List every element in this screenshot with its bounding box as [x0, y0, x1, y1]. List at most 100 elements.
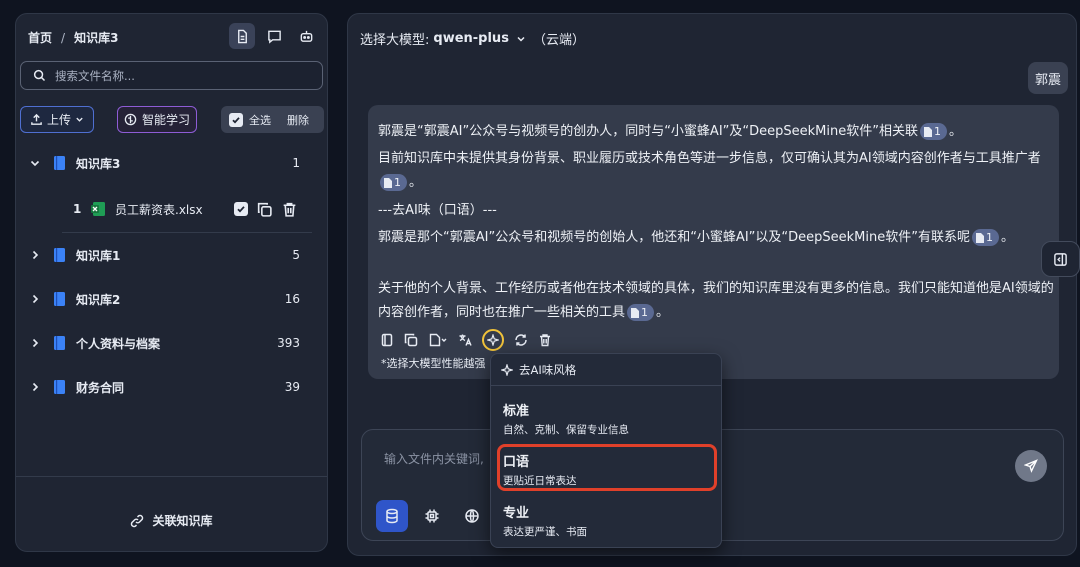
answer-punct: 。	[656, 305, 670, 320]
citation-number: 1	[641, 305, 649, 319]
sparkle-icon	[501, 364, 513, 376]
document-icon[interactable]	[229, 23, 255, 49]
upload-label: 上传	[46, 113, 71, 127]
model-name: qwen-plus	[433, 31, 509, 46]
trash-icon[interactable]	[281, 201, 298, 218]
export-icon[interactable]	[428, 333, 448, 347]
chevron-right-icon[interactable]	[29, 293, 41, 305]
file-checkbox[interactable]	[234, 202, 248, 216]
smart-learn-button[interactable]: 智能学习	[117, 106, 197, 133]
option-title: 专业	[503, 506, 530, 521]
search-input[interactable]	[55, 68, 295, 83]
chevron-down-icon	[517, 36, 525, 42]
option-desc: 更贴近日常表达	[503, 475, 577, 487]
kb-row[interactable]: 财务合同 39	[16, 365, 327, 409]
answer-paragraph: 目前知识库中未提供其身份背景、职业履历或技术角色等进一步信息，仅可确认其为AI领…	[378, 147, 1054, 195]
globe-icon[interactable]	[456, 500, 488, 532]
book-icon	[54, 248, 65, 262]
assistant-message: 郭震是“郭震AI”公众号与视频号的创办人，同时与“小蜜蜂AI”及“DeepSee…	[368, 105, 1059, 379]
answer-punct: 。	[409, 175, 423, 190]
brain-icon	[124, 113, 137, 126]
answer-paragraph: 郭震是那个“郭震AI”公众号和视频号的创始人，他还和“小蜜蜂AI”以及“Deep…	[378, 226, 1054, 250]
answer-divider-text: ---去AI味（口语）---	[378, 203, 497, 218]
chat-icon[interactable]	[261, 23, 287, 49]
answer-paragraph: 关于他的个人背景、工作经历或者他在技术领域的具体，我们的知识库里没有更多的信息。…	[378, 277, 1054, 325]
kb-count: 393	[277, 336, 300, 350]
refresh-icon[interactable]	[514, 333, 528, 347]
link-kb-button[interactable]: 关联知识库	[16, 512, 327, 529]
kb-tree: 知识库3 1 1 员工薪资表.xlsx 知识库1 5 知识库2 16 个人资料与…	[16, 141, 327, 409]
kb-name: 知识库2	[76, 292, 121, 307]
chip-icon[interactable]	[416, 500, 448, 532]
kb-name: 知识库3	[76, 156, 121, 171]
excel-icon	[91, 202, 105, 216]
book-icon	[54, 156, 65, 170]
breadcrumb-separator: /	[61, 31, 66, 45]
header-icons	[229, 23, 319, 49]
trash-icon[interactable]	[538, 333, 552, 347]
ai-style-dropdown: 去AI味风格 标准 自然、克制、保留专业信息 口语 更贴近日常表达 专业 表达更…	[490, 353, 722, 548]
file-icon	[975, 232, 984, 243]
model-note: *选择大模型性能越强	[381, 357, 486, 370]
kb-count: 1	[292, 156, 300, 170]
breadcrumb: 首页 / 知识库3	[28, 29, 118, 46]
smart-learn-label: 智能学习	[141, 113, 190, 127]
kb-row[interactable]: 知识库1 5	[16, 233, 327, 277]
citation-badge[interactable]: 1	[971, 229, 999, 246]
kb-name: 财务合同	[76, 380, 125, 395]
divider	[16, 476, 327, 477]
citation-badge[interactable]: 1	[380, 174, 407, 191]
chevron-down-icon[interactable]	[29, 157, 41, 169]
remove-ai-style-button[interactable]	[482, 329, 504, 351]
send-icon	[1024, 459, 1038, 473]
answer-paragraph: 郭震是“郭震AI”公众号与视频号的创办人，同时与“小蜜蜂AI”及“DeepSee…	[378, 120, 1054, 144]
robot-icon[interactable]	[293, 23, 319, 49]
upload-icon	[31, 113, 42, 125]
style-option-professional[interactable]: 专业 表达更严谨、书面	[503, 502, 587, 539]
kb-name: 个人资料与档案	[76, 336, 161, 351]
link-kb-label: 关联知识库	[152, 514, 213, 528]
kb-row[interactable]: 个人资料与档案 393	[16, 321, 327, 365]
delete-button[interactable]: 删除	[287, 112, 309, 128]
panel-icon	[1054, 252, 1067, 266]
copy-icon[interactable]	[256, 201, 273, 218]
citation-badge[interactable]: 1	[919, 123, 947, 140]
chevron-right-icon[interactable]	[29, 249, 41, 261]
breadcrumb-home[interactable]: 首页	[28, 29, 52, 46]
option-desc: 自然、克制、保留专业信息	[503, 424, 629, 436]
chevron-right-icon[interactable]	[29, 337, 41, 349]
select-all-label[interactable]: 全选	[249, 112, 271, 128]
message-actions	[380, 329, 552, 351]
toolbar: 上传 智能学习 全选 删除	[20, 106, 324, 133]
citation-number: 1	[985, 230, 993, 244]
database-icon[interactable]	[376, 500, 408, 532]
kb-count: 16	[284, 292, 300, 306]
select-all-checkbox[interactable]	[229, 112, 243, 127]
link-icon	[131, 514, 144, 527]
answer-punct: 。	[1000, 230, 1014, 245]
chevron-right-icon[interactable]	[29, 381, 41, 393]
answer-punct: 。	[948, 124, 962, 139]
file-name: 员工薪资表.xlsx	[115, 202, 203, 217]
file-icon	[384, 177, 392, 188]
translate-icon[interactable]	[458, 333, 472, 347]
copy-icon[interactable]	[404, 333, 418, 347]
model-selector[interactable]: 选择大模型: qwen-plus （云端）	[360, 29, 585, 48]
file-index: 1	[73, 202, 82, 216]
knowledge-panel: 首页 / 知识库3 上传 智能学习 全选 删除	[15, 13, 328, 552]
upload-button[interactable]: 上传	[20, 106, 94, 133]
answer-text: 郭震是“郭震AI”公众号与视频号的创办人，同时与“小蜜蜂AI”及“DeepSee…	[378, 124, 918, 139]
send-button[interactable]	[1015, 450, 1047, 482]
file-row[interactable]: 1 员工薪资表.xlsx	[16, 185, 327, 233]
style-option-colloquial[interactable]: 口语 更贴近日常表达	[503, 451, 577, 488]
citation-number: 1	[933, 124, 941, 138]
sidebar-toggle-button[interactable]	[1041, 241, 1080, 277]
file-icon	[631, 307, 640, 318]
kb-row[interactable]: 知识库3 1	[16, 141, 327, 185]
citation-badge[interactable]: 1	[627, 304, 655, 321]
notebook-icon[interactable]	[380, 333, 394, 347]
style-option-standard[interactable]: 标准 自然、克制、保留专业信息	[503, 400, 629, 437]
kb-row[interactable]: 知识库2 16	[16, 277, 327, 321]
file-actions	[234, 201, 298, 218]
user-message: 郭震	[1027, 62, 1068, 94]
